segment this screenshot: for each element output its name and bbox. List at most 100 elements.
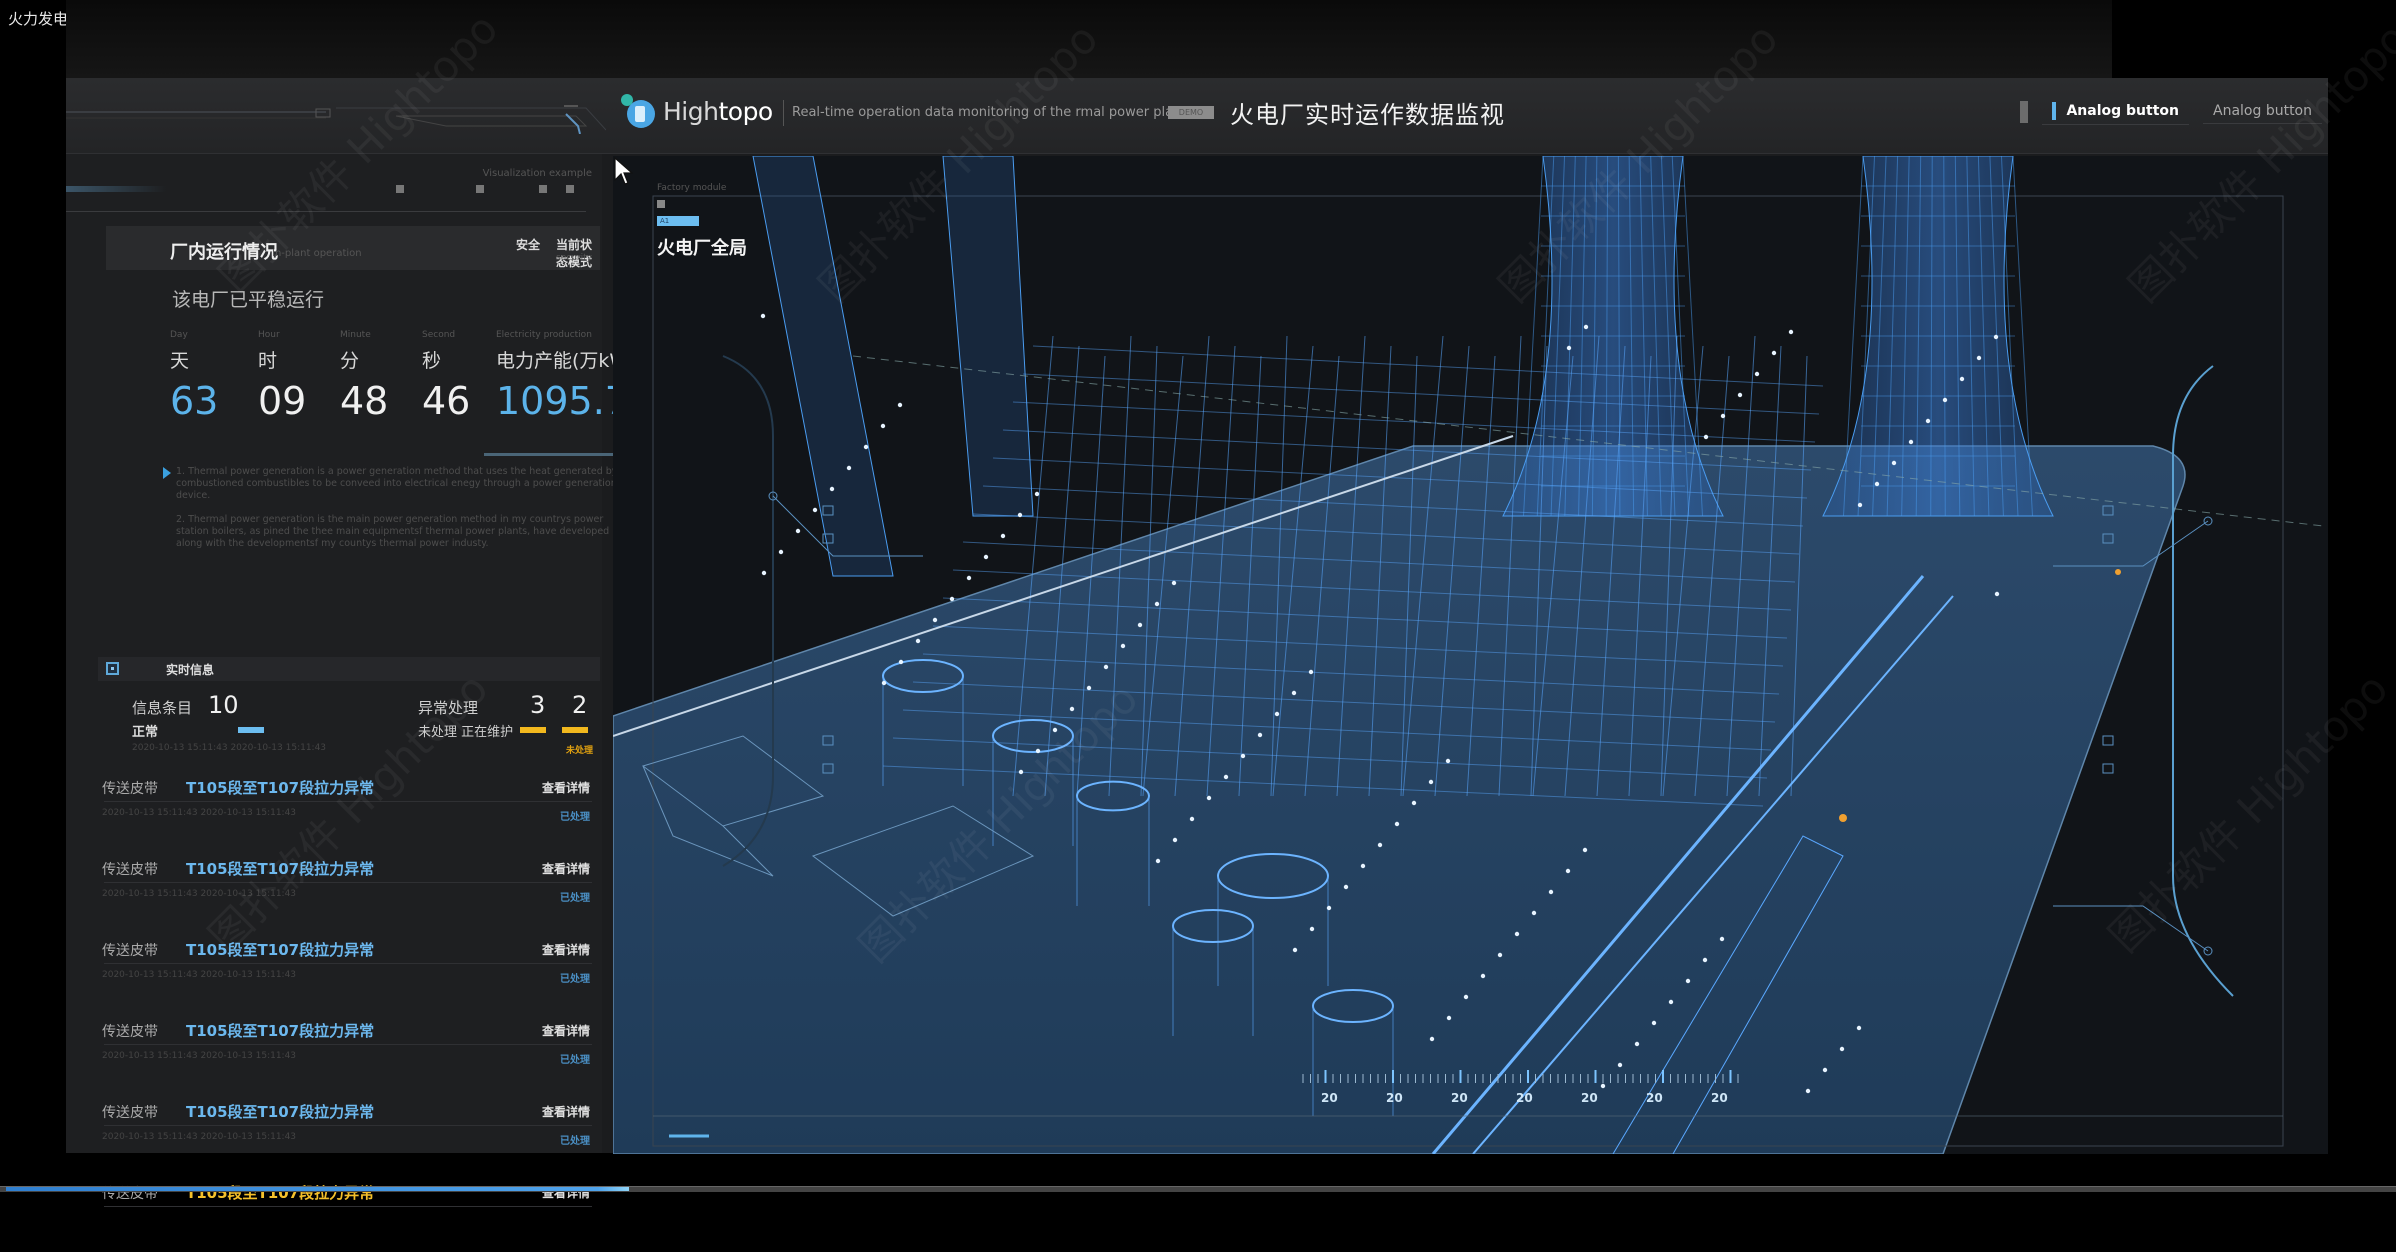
glow-node — [1788, 329, 1794, 335]
info-square-icon — [106, 662, 119, 675]
event-state: 已处理 — [560, 1055, 590, 1066]
realtime-stats: 信息条目 10 正常 异常处理 3 2 未处理 正在维护 2020-10-13 … — [96, 689, 602, 756]
hud-square-icon — [2102, 763, 2114, 774]
stat-second-label: 秒 — [422, 350, 442, 372]
glow-node — [1326, 905, 1332, 911]
glow-node — [1274, 711, 1280, 717]
glow-node — [1634, 1041, 1640, 1047]
event-item: 传送皮带 T105段至T107段拉力异常 查看详情 2020-10-13 15:… — [96, 1009, 602, 1090]
pending-label: 未处理 — [566, 746, 594, 756]
glow-node — [1034, 491, 1040, 497]
glow-node — [761, 570, 767, 576]
glow-node — [1343, 884, 1349, 890]
glow-node — [1548, 889, 1554, 895]
glow-node — [1189, 816, 1195, 822]
glow-node — [1805, 1088, 1811, 1094]
event-timestamp: 2020-10-13 15:11:43 2020-10-13 15:11:43 — [102, 1051, 297, 1061]
glow-node — [1411, 800, 1417, 806]
3d-scene-viewport[interactable]: Factory module A1 火电厂全局 20 20 20 20 20 20 20 — [613, 156, 2328, 1154]
event-state: 已处理 — [560, 974, 590, 985]
glow-node — [1617, 1062, 1623, 1068]
glow-node — [983, 554, 989, 560]
playback-progress-fill — [6, 1187, 629, 1191]
view-details-link[interactable]: 查看详情 — [542, 1103, 590, 1120]
glow-node — [1018, 769, 1024, 775]
glow-node — [1959, 376, 1965, 382]
glow-node — [863, 444, 869, 450]
stat-minute-label: 分 — [340, 350, 360, 372]
glow-node — [1565, 868, 1571, 874]
glow-node — [1137, 622, 1143, 628]
glow-node — [1291, 690, 1297, 696]
ruler-tick-label: 20 — [1386, 1091, 1403, 1105]
abnormal-unhandled-count: 3 — [530, 691, 546, 719]
indicator-square-icon — [539, 185, 547, 193]
glow-node — [1891, 460, 1897, 466]
glow-node — [1703, 434, 1709, 440]
glow-node — [1155, 858, 1161, 864]
stat-second-en: Second — [422, 330, 456, 340]
glow-node — [829, 486, 835, 492]
indicator-square-icon — [396, 185, 404, 193]
description-paragraph-1: 1. Thermal power generation is a power g… — [176, 466, 637, 501]
glow-node — [1035, 748, 1041, 754]
glow-node — [1172, 837, 1178, 843]
realtime-timestamp: 2020-10-13 15:11:43 2020-10-13 15:11:43 — [132, 743, 327, 753]
glow-node — [966, 575, 972, 581]
description-paragraph-2: 2. Thermal power generation is the main … — [176, 514, 610, 549]
mouse-cursor-icon — [614, 156, 634, 185]
maintenance-indicator — [562, 727, 588, 733]
divider — [104, 801, 592, 802]
event-timestamp: 2020-10-13 15:11:43 2020-10-13 15:11:43 — [102, 1132, 297, 1142]
stat-minute: Minute 分 48 — [340, 330, 388, 423]
module-tag: A1 — [657, 216, 699, 226]
view-details-link[interactable]: 查看详情 — [542, 1022, 590, 1039]
event-timestamp: 2020-10-13 15:11:43 2020-10-13 15:11:43 — [102, 889, 297, 899]
glow-node — [1171, 580, 1177, 586]
glow-node — [1822, 1067, 1828, 1073]
glow-node — [949, 596, 955, 602]
divider — [66, 211, 586, 212]
mode-label-en: security — [556, 253, 592, 263]
brand-name: Hightopo — [663, 96, 773, 126]
event-device: 传送皮带 — [102, 943, 158, 959]
event-message: T105段至T107段拉力异常 — [186, 860, 375, 878]
divider — [104, 882, 592, 883]
glow-node — [1925, 418, 1931, 424]
glow-node — [1908, 439, 1914, 445]
stat-minute-value: 48 — [340, 379, 389, 423]
event-state: 已处理 — [560, 893, 590, 904]
header-subtitle: Real-time operation data monitoring of t… — [792, 105, 1194, 120]
glow-node — [1719, 936, 1725, 942]
analog-button-2[interactable]: Analog button — [2203, 99, 2322, 124]
glow-node — [1240, 753, 1246, 759]
view-details-link[interactable]: 查看详情 — [542, 779, 590, 796]
header-separator — [783, 100, 784, 126]
event-message: T105段至T107段拉力异常 — [186, 1103, 375, 1121]
glow-node — [1582, 847, 1588, 853]
view-details-link[interactable]: 查看详情 — [542, 941, 590, 958]
stat-underline — [484, 453, 628, 456]
glow-node — [1446, 1015, 1452, 1021]
glow-node — [1874, 481, 1880, 487]
glow-node — [1429, 1036, 1435, 1042]
normal-label: 正常 — [132, 725, 159, 740]
stat-hour: Hour 时 09 — [258, 330, 306, 423]
glow-node — [812, 507, 818, 513]
glow-node — [1377, 842, 1383, 848]
glow-node — [1531, 910, 1537, 916]
plant-operation-title-en: In-plant operation — [272, 248, 362, 259]
view-details-link[interactable]: 查看详情 — [542, 860, 590, 877]
brand-logo[interactable]: Hightopo — [621, 94, 773, 128]
glow-node — [1754, 371, 1760, 377]
glow-node — [1360, 863, 1366, 869]
stat-day-label: 天 — [170, 350, 190, 372]
event-message: T105段至T107段拉力异常 — [186, 941, 375, 959]
safety-label: 安全 — [516, 238, 541, 252]
glow-node — [1771, 350, 1777, 356]
ruler-tick-label: 20 — [1581, 1091, 1598, 1105]
glow-node — [795, 528, 801, 534]
stat-second-value: 46 — [422, 379, 471, 423]
info-count-value: 10 — [208, 691, 239, 719]
analog-button-1[interactable]: Analog button — [2042, 98, 2189, 125]
